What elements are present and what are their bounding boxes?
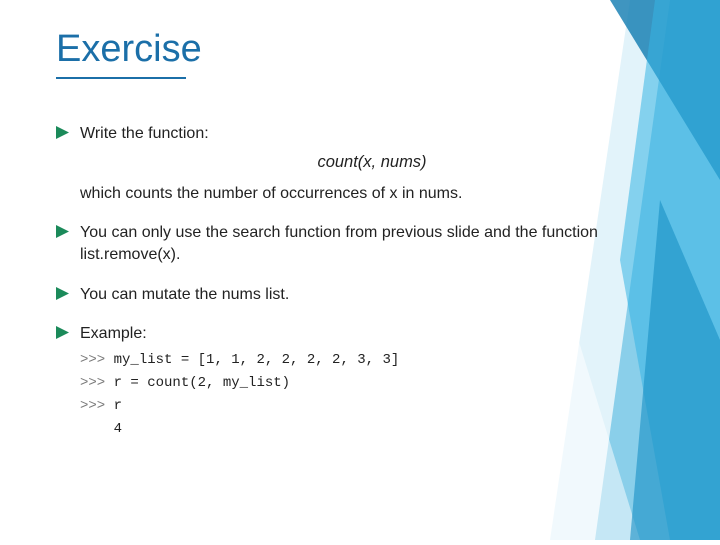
bullet-2-text: You can only use the search function fro… [80, 224, 598, 263]
play-icon [56, 126, 69, 139]
slide-content: Exercise Write the function: count(x, nu… [0, 0, 720, 438]
prompt-3: >>> [80, 398, 105, 414]
title-underline [56, 77, 186, 79]
prompt-2: >>> [80, 375, 105, 391]
bullet-3-text: You can mutate the nums list. [80, 286, 289, 303]
bullet-1: Write the function: count(x, nums) which… [56, 123, 664, 204]
code-line-1: >>> my_list = [1, 1, 2, 2, 2, 2, 3, 3] [80, 351, 664, 370]
play-icon [56, 287, 69, 300]
play-icon [56, 225, 69, 238]
code-line-3: >>> r [80, 397, 664, 416]
bullet-3: You can mutate the nums list. [56, 284, 664, 306]
bullet-1-text: Write the function: [80, 125, 209, 142]
slide-title: Exercise [56, 28, 664, 71]
prompt-1: >>> [80, 352, 105, 368]
bullet-2: You can only use the search function fro… [56, 222, 664, 265]
code-2-text: r = count(2, my_list) [114, 375, 290, 391]
bullet-4-text: Example: [80, 325, 147, 342]
play-icon [56, 326, 69, 339]
slide-body: Write the function: count(x, nums) which… [56, 123, 664, 438]
code-3-text: r [114, 398, 122, 414]
bullet-1-sub: which counts the number of occurrences o… [80, 183, 664, 205]
code-line-2: >>> r = count(2, my_list) [80, 374, 664, 393]
bullet-4: Example: >>> my_list = [1, 1, 2, 2, 2, 2… [56, 323, 664, 438]
code-1-text: my_list = [1, 1, 2, 2, 2, 2, 3, 3] [114, 352, 400, 368]
code-4-text: 4 [114, 421, 122, 437]
code-line-4: 4 [80, 420, 664, 439]
code-example: >>> my_list = [1, 1, 2, 2, 2, 2, 3, 3] >… [80, 351, 664, 439]
function-signature: count(x, nums) [80, 151, 664, 173]
